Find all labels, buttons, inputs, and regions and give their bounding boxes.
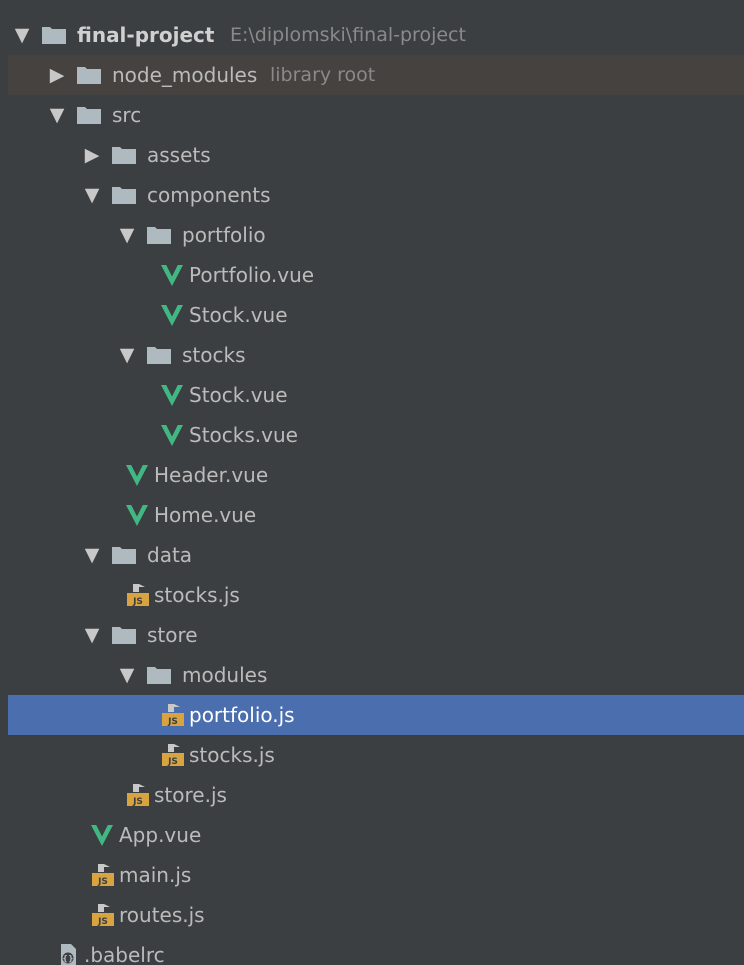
tree-row-modules[interactable]: ▼ modules bbox=[8, 655, 744, 695]
folder-icon bbox=[76, 95, 102, 135]
folder-icon bbox=[76, 55, 102, 95]
tree-item-label: src bbox=[112, 103, 142, 127]
tree-row-main-js[interactable]: JS main.js bbox=[8, 855, 744, 895]
vue-file-icon bbox=[160, 375, 184, 415]
svg-text:JS: JS bbox=[167, 757, 178, 767]
tree-item-label: routes.js bbox=[119, 903, 205, 927]
tree-row-store-js[interactable]: JS store.js bbox=[8, 775, 744, 815]
tree-item-label: Stocks.vue bbox=[189, 423, 298, 447]
tree-row-data[interactable]: ▼ data bbox=[8, 535, 744, 575]
vue-file-icon bbox=[160, 255, 184, 295]
tree-row-header-vue[interactable]: Header.vue bbox=[8, 455, 744, 495]
expand-arrow-icon[interactable]: ▼ bbox=[117, 215, 137, 255]
tree-item-label: Home.vue bbox=[154, 503, 257, 527]
folder-icon bbox=[111, 135, 137, 175]
tree-row-app-vue[interactable]: App.vue bbox=[8, 815, 744, 855]
folder-icon bbox=[111, 615, 137, 655]
library-root-hint: library root bbox=[270, 64, 376, 86]
svg-text:JS: JS bbox=[97, 917, 108, 927]
svg-text:JS: JS bbox=[132, 597, 143, 607]
tree-row-assets[interactable]: ▶ assets bbox=[8, 135, 744, 175]
tree-row-stocks-js[interactable]: JS stocks.js bbox=[8, 575, 744, 615]
tree-item-label: node_modules bbox=[112, 63, 258, 87]
tree-item-label: store bbox=[147, 623, 198, 647]
folder-icon bbox=[146, 215, 172, 255]
tree-item-label: stocks.js bbox=[189, 743, 275, 767]
tree-row-project-root[interactable]: ▼ final-project E:\diplomski\final-project bbox=[8, 15, 744, 55]
tree-row-stock-vue[interactable]: Stock.vue bbox=[8, 295, 744, 335]
folder-icon bbox=[146, 335, 172, 375]
js-file-icon: JS bbox=[160, 735, 186, 775]
tree-row-portfolio-vue[interactable]: Portfolio.vue bbox=[8, 255, 744, 295]
js-file-icon: JS bbox=[90, 855, 116, 895]
collapse-arrow-icon[interactable]: ▶ bbox=[47, 55, 67, 95]
tree-item-label: Stock.vue bbox=[189, 383, 288, 407]
js-file-icon: JS bbox=[125, 775, 151, 815]
vue-file-icon bbox=[160, 295, 184, 335]
expand-arrow-icon[interactable]: ▼ bbox=[82, 175, 102, 215]
js-file-icon: JS bbox=[125, 575, 151, 615]
js-file-icon: JS bbox=[90, 895, 116, 935]
svg-text:{}: {} bbox=[62, 954, 73, 963]
tree-item-label: main.js bbox=[119, 863, 192, 887]
vue-file-icon bbox=[125, 495, 149, 535]
tree-item-label: Stock.vue bbox=[189, 303, 288, 327]
tree-row-routes-js[interactable]: JS routes.js bbox=[8, 895, 744, 935]
expand-arrow-icon[interactable]: ▼ bbox=[117, 335, 137, 375]
svg-text:JS: JS bbox=[97, 877, 108, 887]
tree-row-portfolio[interactable]: ▼ portfolio bbox=[8, 215, 744, 255]
tree-item-label: assets bbox=[147, 143, 211, 167]
vue-file-icon bbox=[90, 815, 114, 855]
tree-item-label: stocks.js bbox=[154, 583, 240, 607]
expand-arrow-icon[interactable]: ▼ bbox=[82, 535, 102, 575]
tree-row-portfolio-js[interactable]: JS portfolio.js bbox=[8, 695, 744, 735]
collapse-arrow-icon[interactable]: ▶ bbox=[82, 135, 102, 175]
tree-item-label: store.js bbox=[154, 783, 227, 807]
folder-icon bbox=[111, 175, 137, 215]
folder-icon bbox=[146, 655, 172, 695]
tree-item-label: App.vue bbox=[119, 823, 202, 847]
tree-item-label: .babelrc bbox=[84, 943, 165, 965]
tree-item-label: data bbox=[147, 543, 193, 567]
tree-row-src[interactable]: ▼ src bbox=[8, 95, 744, 135]
svg-text:JS: JS bbox=[132, 797, 143, 807]
tree-row-stock-vue[interactable]: Stock.vue bbox=[8, 375, 744, 415]
tree-item-label: portfolio bbox=[182, 223, 266, 247]
tree-row-store[interactable]: ▼ store bbox=[8, 615, 744, 655]
folder-icon bbox=[41, 15, 67, 55]
tree-item-label: portfolio.js bbox=[189, 703, 295, 727]
tree-row-home-vue[interactable]: Home.vue bbox=[8, 495, 744, 535]
project-path: E:\diplomski\final-project bbox=[230, 24, 466, 46]
js-file-icon: JS bbox=[160, 695, 186, 735]
tree-row-stocks-vue[interactable]: Stocks.vue bbox=[8, 415, 744, 455]
tree-item-label: Portfolio.vue bbox=[189, 263, 315, 287]
tree-row-stocks[interactable]: ▼ stocks bbox=[8, 335, 744, 375]
vue-file-icon bbox=[125, 455, 149, 495]
svg-text:JS: JS bbox=[167, 717, 178, 727]
tree-item-label: modules bbox=[182, 663, 268, 687]
expand-arrow-icon[interactable]: ▼ bbox=[117, 655, 137, 695]
expand-arrow-icon[interactable]: ▼ bbox=[47, 95, 67, 135]
project-name: final-project bbox=[77, 23, 215, 47]
tree-row-node-modules[interactable]: ▶ node_modules library root bbox=[8, 55, 744, 95]
project-tree: ▼ final-project E:\diplomski\final-project… bbox=[0, 0, 744, 965]
tree-row-stocks-js[interactable]: JS stocks.js bbox=[8, 735, 744, 775]
expand-arrow-icon[interactable]: ▼ bbox=[12, 15, 32, 55]
tree-item-label: Header.vue bbox=[154, 463, 269, 487]
folder-icon bbox=[111, 535, 137, 575]
vue-file-icon bbox=[160, 415, 184, 455]
tree-item-label: stocks bbox=[182, 343, 246, 367]
tree-row-babelrc[interactable]: {} .babelrc bbox=[8, 935, 744, 965]
tree-item-label: components bbox=[147, 183, 271, 207]
tree-row-components[interactable]: ▼ components bbox=[8, 175, 744, 215]
expand-arrow-icon[interactable]: ▼ bbox=[82, 615, 102, 655]
babelrc-config-icon: {} bbox=[55, 935, 81, 965]
